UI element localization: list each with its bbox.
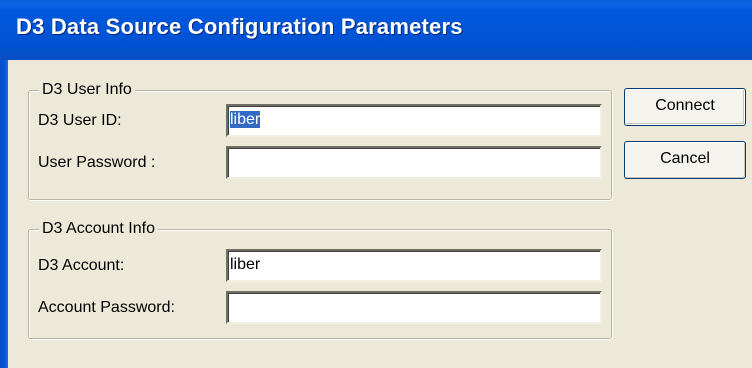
connect-button[interactable]: Connect: [624, 88, 746, 126]
account-password-input[interactable]: [226, 291, 602, 324]
cancel-button[interactable]: Cancel: [624, 141, 746, 179]
window-title: D3 Data Source Configuration Parameters: [16, 14, 463, 39]
user-password-input[interactable]: [226, 146, 602, 179]
account-value: liber: [230, 256, 261, 273]
dialog-window: D3 Data Source Configuration Parameters …: [0, 0, 752, 368]
user-password-label: User Password :: [38, 154, 156, 171]
window-left-border: [0, 60, 8, 368]
user-id-label: D3 User ID:: [38, 112, 122, 129]
user-id-input[interactable]: liber: [226, 104, 602, 137]
user-id-value: liber: [230, 111, 261, 128]
title-bar[interactable]: D3 Data Source Configuration Parameters: [0, 0, 752, 60]
account-info-legend: D3 Account Info: [39, 219, 158, 239]
account-input[interactable]: liber: [226, 249, 602, 282]
account-label: D3 Account:: [38, 257, 125, 274]
user-info-legend: D3 User Info: [39, 80, 135, 100]
account-password-label: Account Password:: [38, 299, 175, 316]
